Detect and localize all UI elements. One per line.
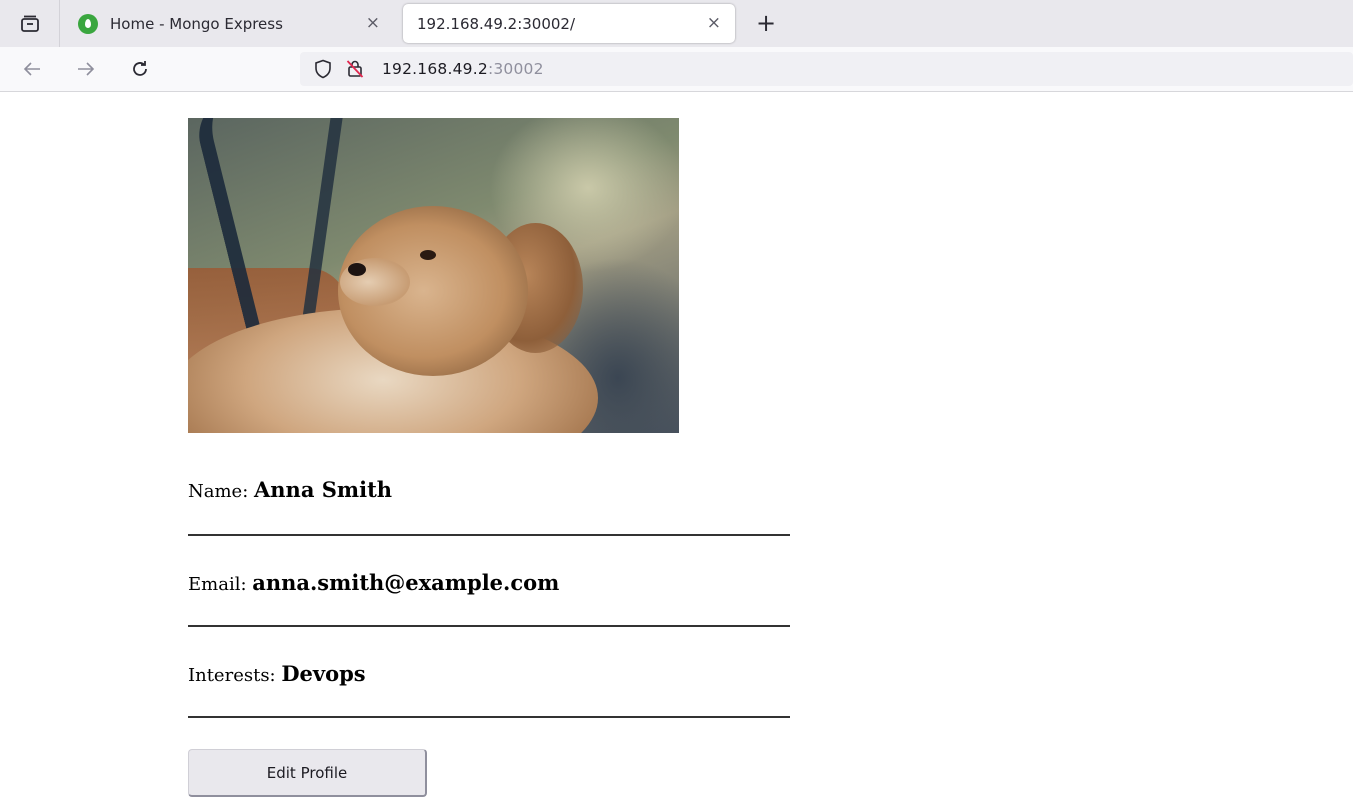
tab-title: Home - Mongo Express <box>110 14 283 33</box>
url-host: 192.168.49.2 <box>382 60 488 78</box>
email-label: Email: <box>188 574 253 595</box>
back-arrow-icon[interactable] <box>18 55 46 83</box>
interests-label: Interests: <box>188 665 282 686</box>
tab-strip: Home - Mongo Express × 192.168.49.2:3000… <box>0 0 1353 47</box>
close-icon[interactable]: × <box>707 13 721 33</box>
interests-field: Interests: Devops <box>188 627 790 718</box>
interests-value: Devops <box>281 661 366 686</box>
tab-title: 192.168.49.2:30002/ <box>417 14 576 33</box>
new-tab-button[interactable]: + <box>752 9 780 37</box>
mongo-leaf-favicon <box>78 13 98 34</box>
url-port: :30002 <box>487 60 544 78</box>
url-text: 192.168.49.2:30002 <box>382 60 544 78</box>
email-value: anna.smith@example.com <box>252 570 560 595</box>
email-field: Email: anna.smith@example.com <box>188 536 790 627</box>
address-bar[interactable]: 192.168.49.2:30002 <box>300 52 1353 86</box>
edit-profile-button[interactable]: Edit Profile <box>188 749 427 797</box>
name-value: Anna Smith <box>254 477 393 502</box>
insecure-connection-lock-icon[interactable] <box>344 58 366 80</box>
name-label: Name: <box>188 481 254 502</box>
name-field: Name: Anna Smith <box>188 433 790 536</box>
tab-mongo-express[interactable]: Home - Mongo Express × <box>66 4 396 43</box>
tracking-protection-shield-icon[interactable] <box>312 58 334 80</box>
profile-card: Name: Anna Smith Email: anna.smith@examp… <box>188 118 790 718</box>
tab-current-page[interactable]: 192.168.49.2:30002/ × <box>403 4 735 43</box>
profile-photo <box>188 118 679 433</box>
navigation-toolbar: 192.168.49.2:30002 <box>0 47 1353 92</box>
close-icon[interactable]: × <box>366 13 380 33</box>
forward-arrow-icon[interactable] <box>72 55 100 83</box>
reload-icon[interactable] <box>126 55 154 83</box>
tab-overview-icon[interactable] <box>0 0 60 47</box>
